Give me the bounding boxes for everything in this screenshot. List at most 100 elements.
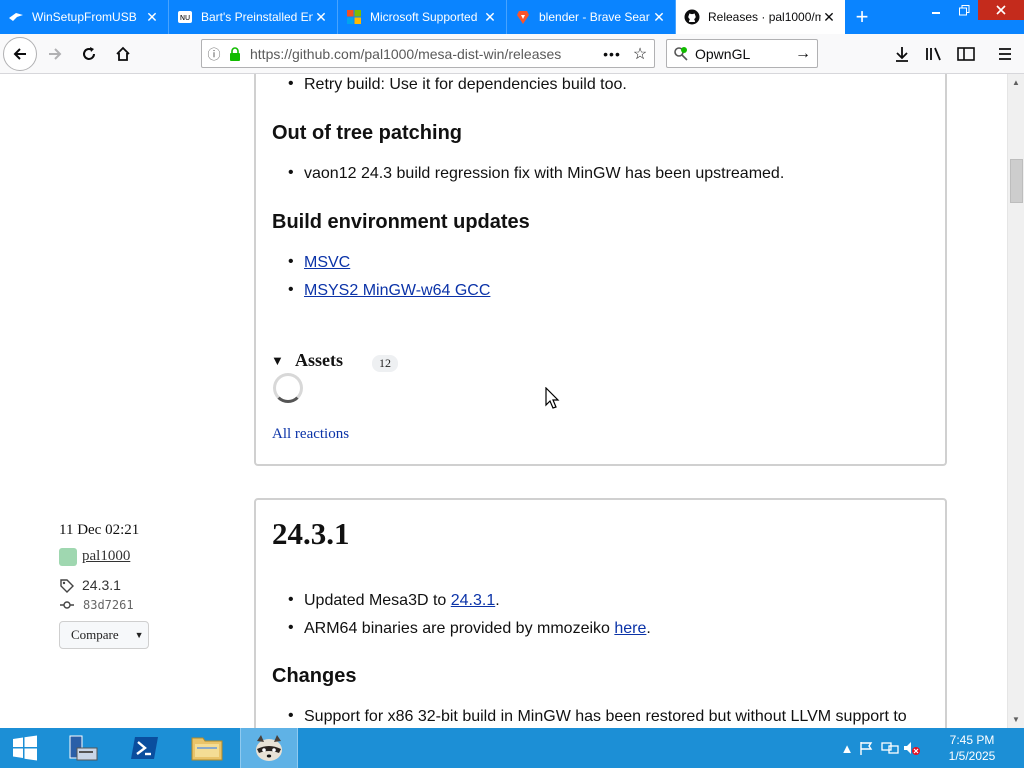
section-heading: Build environment updates xyxy=(272,211,530,233)
list-item: Support for x86 32-bit build in MinGW ha… xyxy=(304,708,907,725)
list-item-text: . xyxy=(495,592,500,609)
tab-winsetupfromusb[interactable]: WinSetupFromUSB ✕ xyxy=(0,0,169,34)
tab-title: Microsoft Supported xyxy=(370,10,478,24)
clock-time: 7:45 PM xyxy=(949,733,995,747)
close-tab-icon[interactable]: ✕ xyxy=(651,9,667,26)
mesa-version-link[interactable]: 24.3.1 xyxy=(451,592,495,609)
tag-icon xyxy=(60,579,74,593)
hamburger-menu-icon xyxy=(999,48,1011,60)
list-item-text: Updated Mesa3D to xyxy=(304,592,451,609)
release-title[interactable]: 24.3.1 xyxy=(272,516,350,552)
bullet: • xyxy=(288,253,294,270)
vertical-scrollbar[interactable]: ▲ ▼ xyxy=(1007,74,1024,728)
msvc-link[interactable]: MSVC xyxy=(304,254,350,272)
back-button[interactable] xyxy=(3,36,37,71)
sidebar-icon xyxy=(957,47,975,61)
close-window-button[interactable] xyxy=(978,0,1024,20)
compare-button[interactable]: Compare ▼ xyxy=(59,621,149,649)
clock-date: 1/5/2025 xyxy=(948,749,996,763)
tab-releases[interactable]: Releases · pal1000/m ✕ xyxy=(676,0,845,34)
winsetup-favicon xyxy=(9,13,23,21)
bullet: • xyxy=(288,707,294,724)
library-icon xyxy=(926,47,941,61)
back-arrow-icon xyxy=(13,47,26,60)
scroll-thumb[interactable] xyxy=(1010,159,1023,203)
scroll-up-arrow-icon[interactable]: ▲ xyxy=(1008,74,1024,91)
assets-label: Assets xyxy=(295,350,343,370)
tab-strip: WinSetupFromUSB ✕ NU Bart's Preinstalled… xyxy=(0,0,1024,34)
taskbar-server-manager[interactable] xyxy=(54,728,112,768)
site-info-icon[interactable]: ⓘ xyxy=(202,44,226,63)
library-button[interactable] xyxy=(921,41,947,67)
forward-button[interactable] xyxy=(39,38,71,70)
section-heading: Changes xyxy=(272,665,357,687)
all-reactions-link[interactable]: All reactions xyxy=(272,426,349,443)
raccoon-icon xyxy=(256,735,282,761)
system-tray: ▲ 7:45 PM 1/5/2025 xyxy=(836,728,1024,768)
tab-title: Releases · pal1000/m xyxy=(708,10,821,24)
list-item: Updated Mesa3D to 24.3.1. xyxy=(304,592,500,610)
action-center-flag-icon[interactable] xyxy=(858,740,880,756)
minimize-button[interactable] xyxy=(922,0,950,20)
tag-link[interactable]: 24.3.1 xyxy=(82,577,121,593)
forward-arrow-icon xyxy=(49,47,62,60)
brave-favicon xyxy=(517,11,529,24)
home-button[interactable] xyxy=(107,38,139,70)
close-tab-icon[interactable]: ✕ xyxy=(144,9,160,26)
pe-favicon: NU xyxy=(178,11,192,23)
release-card-24-3-1 xyxy=(254,498,947,728)
mouse-cursor-icon xyxy=(545,387,560,409)
search-input[interactable]: OpwnGL xyxy=(695,46,789,62)
tab-barts-pe[interactable]: NU Bart's Preinstalled En ✕ xyxy=(169,0,338,34)
taskbar-powershell[interactable] xyxy=(116,728,174,768)
msys2-link[interactable]: MSYS2 MinGW-w64 GCC xyxy=(304,282,490,300)
reload-button[interactable] xyxy=(73,38,105,70)
tab-brave-search[interactable]: blender - Brave Sear ✕ xyxy=(507,0,676,34)
github-favicon xyxy=(684,9,700,25)
reload-icon xyxy=(83,46,95,60)
powershell-icon xyxy=(131,737,158,759)
bookmark-star-icon[interactable]: ☆ xyxy=(626,44,654,64)
downloads-button[interactable] xyxy=(889,41,915,67)
list-item: ARM64 binaries are provided by mmozeiko … xyxy=(304,620,651,638)
network-icon[interactable] xyxy=(880,740,902,756)
search-go-arrow-icon[interactable]: → xyxy=(789,45,817,63)
url-bar[interactable]: ⓘ https://github.com/pal1000/mesa-dist-w… xyxy=(201,39,655,68)
taskbar-firefox-active[interactable] xyxy=(240,728,298,768)
page-actions-icon[interactable]: ••• xyxy=(598,46,626,62)
download-icon xyxy=(896,47,908,62)
svg-text:NU: NU xyxy=(180,14,190,22)
tab-title: WinSetupFromUSB xyxy=(32,10,137,24)
tab-microsoft[interactable]: Microsoft Supported ✕ xyxy=(338,0,507,34)
folder-icon xyxy=(191,737,223,761)
list-item-text: ARM64 binaries are provided by mmozeiko xyxy=(304,620,615,637)
url-text[interactable]: https://github.com/pal1000/mesa-dist-win… xyxy=(244,46,598,62)
compare-label: Compare xyxy=(71,627,119,642)
sidebar-button[interactable] xyxy=(953,41,979,67)
new-tab-button[interactable]: + xyxy=(845,0,879,34)
taskbar-file-explorer[interactable] xyxy=(178,728,236,768)
bullet: • xyxy=(288,164,294,181)
author-link[interactable]: pal1000 xyxy=(82,548,130,565)
close-tab-icon[interactable]: ✕ xyxy=(821,9,837,26)
caret-down-icon: ▼ xyxy=(134,630,144,640)
tab-title: Bart's Preinstalled En xyxy=(201,10,313,24)
loading-spinner-icon xyxy=(273,373,303,403)
window-controls xyxy=(922,0,1024,20)
scroll-down-arrow-icon[interactable]: ▼ xyxy=(1008,711,1024,728)
server-manager-icon xyxy=(69,735,98,761)
here-link[interactable]: here xyxy=(614,620,646,637)
search-bar[interactable]: OpwnGL → xyxy=(666,39,818,68)
commit-link[interactable]: 83d7261 xyxy=(83,598,134,612)
volume-muted-icon[interactable] xyxy=(902,740,924,756)
start-button[interactable] xyxy=(0,728,50,768)
navigation-toolbar: ⓘ https://github.com/pal1000/mesa-dist-w… xyxy=(0,34,1024,74)
section-heading: Out of tree patching xyxy=(272,122,462,144)
clock[interactable]: 7:45 PM 1/5/2025 xyxy=(932,732,1012,764)
close-tab-icon[interactable]: ✕ xyxy=(482,9,498,26)
avatar[interactable] xyxy=(59,548,77,566)
close-tab-icon[interactable]: ✕ xyxy=(313,9,329,26)
menu-button[interactable] xyxy=(992,41,1018,67)
show-hidden-icons-icon[interactable]: ▲ xyxy=(836,741,858,756)
restore-button[interactable] xyxy=(950,0,978,20)
